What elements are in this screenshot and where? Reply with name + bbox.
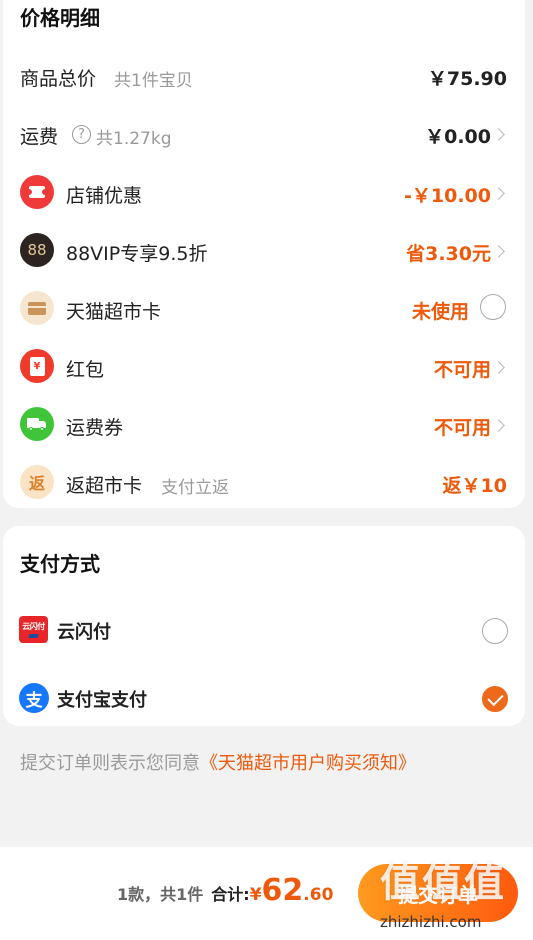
supermarket-card-value: 未使用 [411,301,469,323]
shipping-label: 运费 [20,126,59,148]
shipping-row[interactable]: 运费 ? 共1.27kg ￥0.00 [3,112,525,156]
store-discount-label: 店铺优惠 [66,185,143,207]
unionpay-radio[interactable] [482,618,508,644]
shipping-value: ￥0.00 [425,126,491,148]
redpacket-label: 红包 [66,359,105,381]
vip-discount-row[interactable]: 88 88VIP专享9.5折 省3.30元 [3,228,525,272]
shipping-coupon-value: 不可用 [433,417,491,439]
shipping-coupon-row[interactable]: 运费券 不可用 [3,402,525,446]
supermarket-card-radio[interactable] [480,294,506,320]
shipping-weight-text: 共1.27kg [96,129,172,149]
watermark-url: zhizhizhi.com [380,913,482,931]
vip-88-icon: 88 [20,233,54,267]
card-icon [20,291,54,325]
cashback-sub-text: 支付立返 [161,478,229,498]
cashback-label: 返超市卡 [66,475,143,497]
alipay-icon: 支 [19,683,49,713]
help-icon[interactable]: ? [72,125,91,144]
supermarket-card-label: 天猫超市卡 [66,301,162,323]
chevron-right-icon [492,361,505,374]
store-discount-value: -￥10.00 [404,185,491,207]
unionpay-quickpass-icon: 云闪付 [19,616,48,643]
ticket-icon [20,175,54,209]
price-section-title: 价格明细 [20,6,100,30]
alipay-radio-checked[interactable] [482,686,508,712]
alipay-label: 支付宝支付 [57,690,147,711]
shipping-coupon-label: 运费券 [66,417,124,439]
payment-option-alipay[interactable]: 支 支付宝支付 [3,678,525,720]
agreement-text: 提交订单则表示您同意《天猫超市用户购买须知》 [20,753,416,774]
vip-discount-label: 88VIP专享9.5折 [66,243,208,265]
unionpay-label: 云闪付 [57,622,111,643]
agreement-link[interactable]: 《天猫超市用户购买须知》 [200,753,416,774]
vip-discount-value: 省3.30元 [406,243,491,265]
redpacket-row[interactable]: ¥ 红包 不可用 [3,344,525,388]
total-decimal: .60 [303,885,334,905]
truck-icon [20,407,54,441]
store-discount-row[interactable]: 店铺优惠 -￥10.00 [3,170,525,214]
chevron-right-icon [492,187,505,200]
total-label: 合计: [211,885,250,904]
order-summary: 1款，共1件 合计: ¥ 62 .60 [117,873,333,923]
payment-option-unionpay[interactable]: 云闪付 云闪付 [3,610,525,652]
total-integer: 62 [261,873,304,908]
item-count: 1款，共1件 [117,885,204,904]
cashback-row: 返 返超市卡 支付立返 返￥10 [3,460,525,504]
chevron-right-icon [492,245,505,258]
goods-total-label: 商品总价 [20,68,97,90]
red-packet-icon: ¥ [20,349,54,383]
watermark-logo: 值值值 [380,860,506,906]
chevron-right-icon [492,128,505,141]
goods-count-text: 共1件宝贝 [114,71,193,91]
supermarket-card-row[interactable]: 天猫超市卡 未使用 [3,286,525,330]
cashback-value: 返￥10 [442,475,507,497]
payment-section-title: 支付方式 [20,552,100,576]
chevron-right-icon [492,419,505,432]
price-detail-card: 价格明细 商品总价 共1件宝贝 ￥75.90 运费 ? 共1.27kg ￥0.0… [3,0,525,508]
cashback-icon: 返 [20,465,54,499]
redpacket-value: 不可用 [433,359,491,381]
goods-total-value: ￥75.90 [427,68,507,90]
total-currency: ¥ [249,885,262,905]
payment-method-card: 支付方式 云闪付 云闪付 支 支付宝支付 [3,526,525,726]
